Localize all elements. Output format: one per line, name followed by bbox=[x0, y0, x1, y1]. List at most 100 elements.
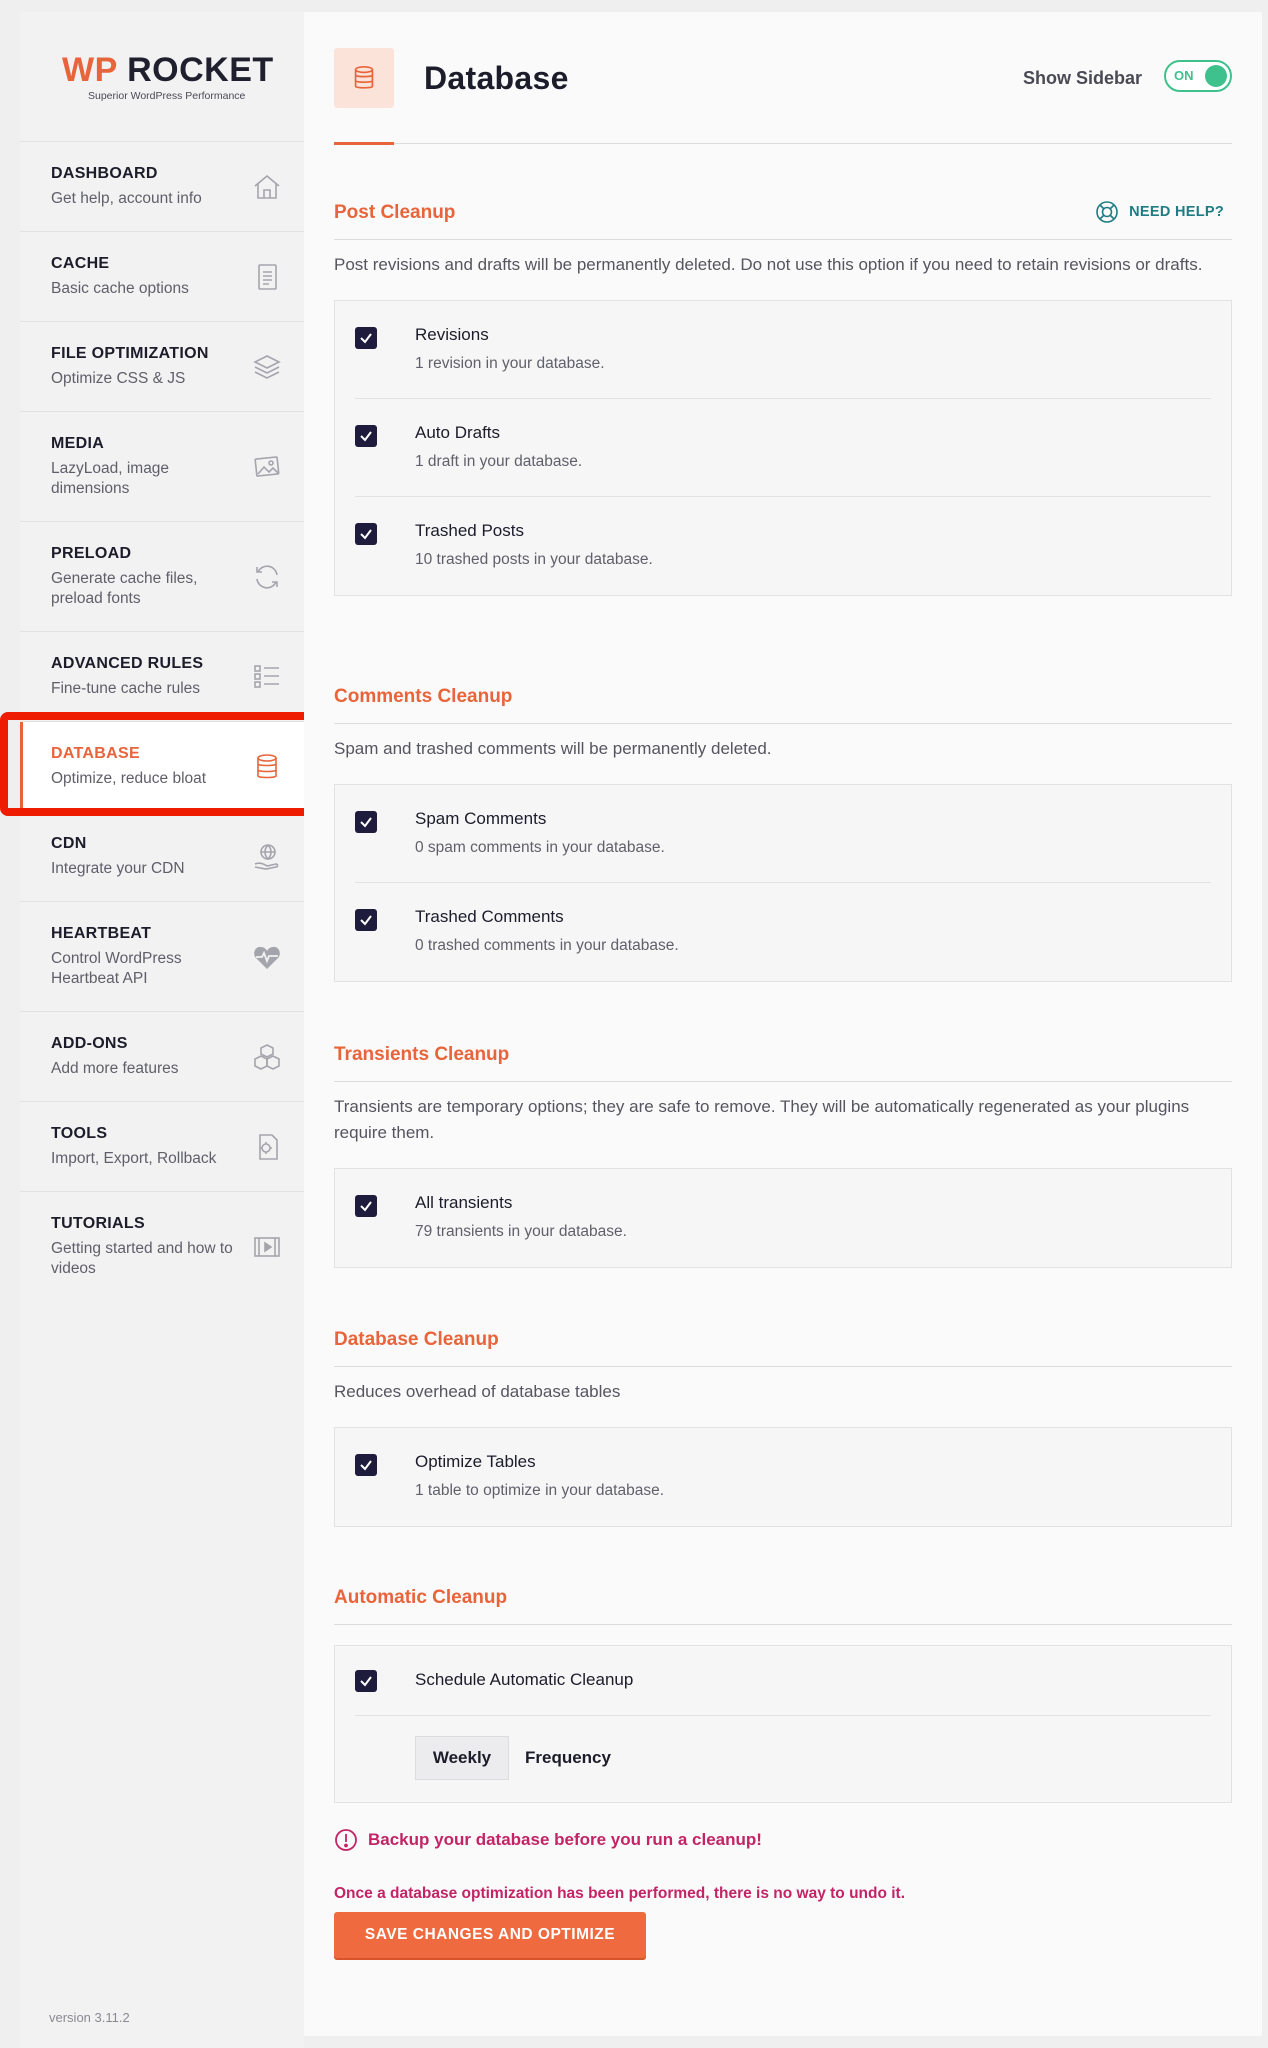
section-desc: Post revisions and drafts will be perman… bbox=[334, 255, 1203, 274]
section-post-cleanup: Post Cleanup NEED HELP? Post revisions a… bbox=[334, 198, 1232, 596]
sidebar-item-title: DASHBOARD bbox=[51, 165, 158, 182]
option-label: Auto Drafts bbox=[415, 423, 501, 442]
option-auto-drafts: Auto Drafts 1 draft in your database. bbox=[355, 399, 1211, 497]
home-icon bbox=[254, 174, 280, 199]
checkbox-schedule-automatic-cleanup[interactable] bbox=[355, 1670, 377, 1692]
section-title: Comments Cleanup bbox=[334, 686, 513, 707]
header-underline bbox=[334, 142, 394, 145]
sidebar: WP ROCKET Superior WordPress Performance… bbox=[20, 12, 304, 2048]
toggle-knob bbox=[1205, 65, 1227, 87]
frequency-label: Frequency bbox=[525, 1748, 611, 1767]
gear-document-icon bbox=[259, 1133, 278, 1160]
sidebar-item-title: PRELOAD bbox=[51, 545, 132, 562]
sidebar-item-title: HEARTBEAT bbox=[51, 925, 152, 942]
sidebar-item-title: CACHE bbox=[51, 255, 110, 272]
sidebar-item-desc: Fine-tune cache rules bbox=[51, 680, 201, 697]
sidebar-item-title: ADVANCED RULES bbox=[51, 655, 204, 672]
heartbeat-icon bbox=[254, 946, 280, 969]
option-sub: 1 revision in your database. bbox=[415, 355, 605, 372]
sidebar-item-title: DATABASE bbox=[51, 745, 140, 762]
logo[interactable]: WP ROCKET Superior WordPress Performance bbox=[20, 12, 304, 142]
section-desc: Spam and trashed comments will be perman… bbox=[334, 739, 772, 758]
option-sub: 79 transients in your database. bbox=[415, 1223, 627, 1240]
page-title: Database bbox=[424, 60, 569, 96]
option-revisions: Revisions 1 revision in your database. bbox=[355, 301, 1211, 399]
option-label: Spam Comments bbox=[415, 809, 547, 828]
save-changes-button[interactable]: SAVE CHANGES AND OPTIMIZE bbox=[334, 1912, 646, 1958]
section-desc: Transients are temporary options; they a… bbox=[334, 1097, 1190, 1142]
need-help-label: NEED HELP? bbox=[1129, 204, 1224, 220]
toggle-state: ON bbox=[1174, 68, 1194, 83]
refresh-icon bbox=[256, 564, 278, 589]
lifebuoy-icon bbox=[1096, 201, 1118, 223]
checkbox-trashed-comments[interactable] bbox=[355, 909, 377, 931]
sidebar-item-preload[interactable]: PRELOAD Generate cache files, preload fo… bbox=[20, 522, 304, 632]
option-trashed-comments: Trashed Comments 0 trashed comments in y… bbox=[355, 883, 1211, 981]
active-marker bbox=[20, 722, 23, 811]
option-label: Schedule Automatic Cleanup bbox=[415, 1670, 634, 1689]
sidebar-item-title: ADD-ONS bbox=[51, 1035, 128, 1052]
options-box: Optimize Tables 1 table to optimize in y… bbox=[334, 1427, 1232, 1527]
option-sub: 1 draft in your database. bbox=[415, 453, 583, 470]
sidebar-item-file-optimization[interactable]: FILE OPTIMIZATION Optimize CSS & JS bbox=[20, 322, 304, 412]
boxes-icon bbox=[254, 1043, 280, 1070]
sidebar-item-desc: LazyLoad, image dimensions bbox=[51, 460, 170, 497]
irreversible-warning: Once a database optimization has been pe… bbox=[334, 1885, 906, 1902]
frequency-select[interactable]: Weekly bbox=[415, 1736, 509, 1780]
option-label: All transients bbox=[415, 1193, 513, 1212]
checkbox-revisions[interactable] bbox=[355, 327, 377, 349]
layers-icon bbox=[253, 354, 281, 379]
sidebar-item-title: CDN bbox=[51, 835, 87, 852]
option-trashed-posts: Trashed Posts 10 trashed posts in your d… bbox=[355, 497, 1211, 595]
globe-hand-icon bbox=[254, 843, 279, 870]
logo-rocket: ROCKET bbox=[127, 50, 274, 89]
checkbox-all-transients[interactable] bbox=[355, 1195, 377, 1217]
checkmark-icon bbox=[360, 817, 372, 828]
need-help-link[interactable]: NEED HELP? bbox=[1095, 200, 1224, 224]
checkbox-optimize-tables[interactable] bbox=[355, 1454, 377, 1476]
option-sub: 1 table to optimize in your database. bbox=[415, 1482, 665, 1499]
backup-warning: Backup your database before you run a cl… bbox=[334, 1828, 762, 1852]
option-label: Optimize Tables bbox=[415, 1452, 536, 1471]
database-icon bbox=[334, 48, 394, 108]
option-spam-comments: Spam Comments 0 spam comments in your da… bbox=[355, 785, 1211, 883]
sidebar-item-heartbeat[interactable]: HEARTBEAT Control WordPress Heartbeat AP… bbox=[20, 902, 304, 1012]
option-sub: 0 trashed comments in your database. bbox=[415, 937, 679, 954]
main-panel: Database Show Sidebar ON Post Cleanup NE… bbox=[304, 12, 1262, 2036]
section-title: Transients Cleanup bbox=[334, 1044, 510, 1065]
logo-tagline: Superior WordPress Performance bbox=[88, 89, 246, 102]
checkbox-spam-comments[interactable] bbox=[355, 811, 377, 833]
section-database-cleanup: Database Cleanup Reduces overhead of dat… bbox=[334, 1325, 1232, 1527]
warning-icon bbox=[335, 1829, 357, 1851]
sidebar-item-title: FILE OPTIMIZATION bbox=[51, 345, 209, 362]
option-label: Revisions bbox=[415, 325, 489, 344]
sidebar-item-desc: Getting started and how to videos bbox=[51, 1240, 233, 1277]
sidebar-item-cache[interactable]: CACHE Basic cache options bbox=[20, 232, 304, 322]
checkbox-trashed-posts[interactable] bbox=[355, 523, 377, 545]
checkbox-auto-drafts[interactable] bbox=[355, 425, 377, 447]
sidebar-item-dashboard[interactable]: DASHBOARD Get help, account info bbox=[20, 142, 304, 232]
sidebar-item-title: TUTORIALS bbox=[51, 1215, 145, 1232]
checkmark-icon bbox=[360, 529, 372, 540]
section-comments-cleanup: Comments Cleanup Spam and trashed commen… bbox=[334, 682, 1232, 982]
options-box: Schedule Automatic Cleanup Weekly Freque… bbox=[334, 1645, 1232, 1803]
sidebar-item-cdn[interactable]: CDN Integrate your CDN bbox=[20, 812, 304, 902]
sidebar-item-tutorials[interactable]: TUTORIALS Getting started and how to vid… bbox=[20, 1192, 304, 1302]
sidebar-item-media[interactable]: MEDIA LazyLoad, image dimensions bbox=[20, 412, 304, 522]
sidebar-item-desc: Get help, account info bbox=[51, 190, 202, 207]
checkmark-icon bbox=[360, 915, 372, 926]
sidebar-item-tools[interactable]: TOOLS Import, Export, Rollback bbox=[20, 1102, 304, 1192]
section-transients-cleanup: Transients Cleanup Transients are tempor… bbox=[334, 1040, 1232, 1268]
option-sub: 10 trashed posts in your database. bbox=[415, 551, 653, 568]
sidebar-item-advanced-rules[interactable]: ADVANCED RULES Fine-tune cache rules bbox=[20, 632, 304, 722]
option-label: Trashed Posts bbox=[415, 521, 524, 540]
option-sub: 0 spam comments in your database. bbox=[415, 839, 665, 856]
checkmark-icon bbox=[360, 333, 372, 344]
show-sidebar-toggle[interactable]: ON bbox=[1164, 60, 1232, 92]
image-icon bbox=[254, 455, 280, 477]
page-header: Database Show Sidebar ON bbox=[334, 48, 1232, 145]
sidebar-item-add-ons[interactable]: ADD-ONS Add more features bbox=[20, 1012, 304, 1102]
checkmark-icon bbox=[360, 1201, 372, 1212]
sidebar-item-database[interactable]: DATABASE Optimize, reduce bloat bbox=[20, 722, 304, 812]
options-box: All transients 79 transients in your dat… bbox=[334, 1168, 1232, 1268]
